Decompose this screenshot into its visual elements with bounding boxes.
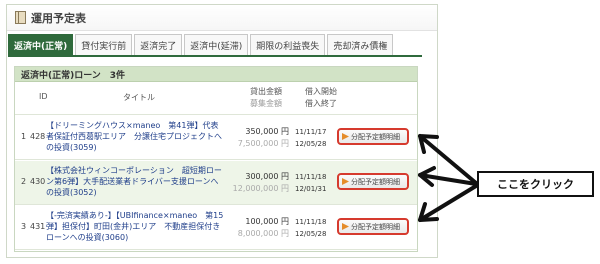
pointer-arrows	[418, 134, 478, 222]
click-here-callout: ここをクリック	[477, 171, 594, 197]
arrow-to-row-3	[418, 184, 478, 222]
